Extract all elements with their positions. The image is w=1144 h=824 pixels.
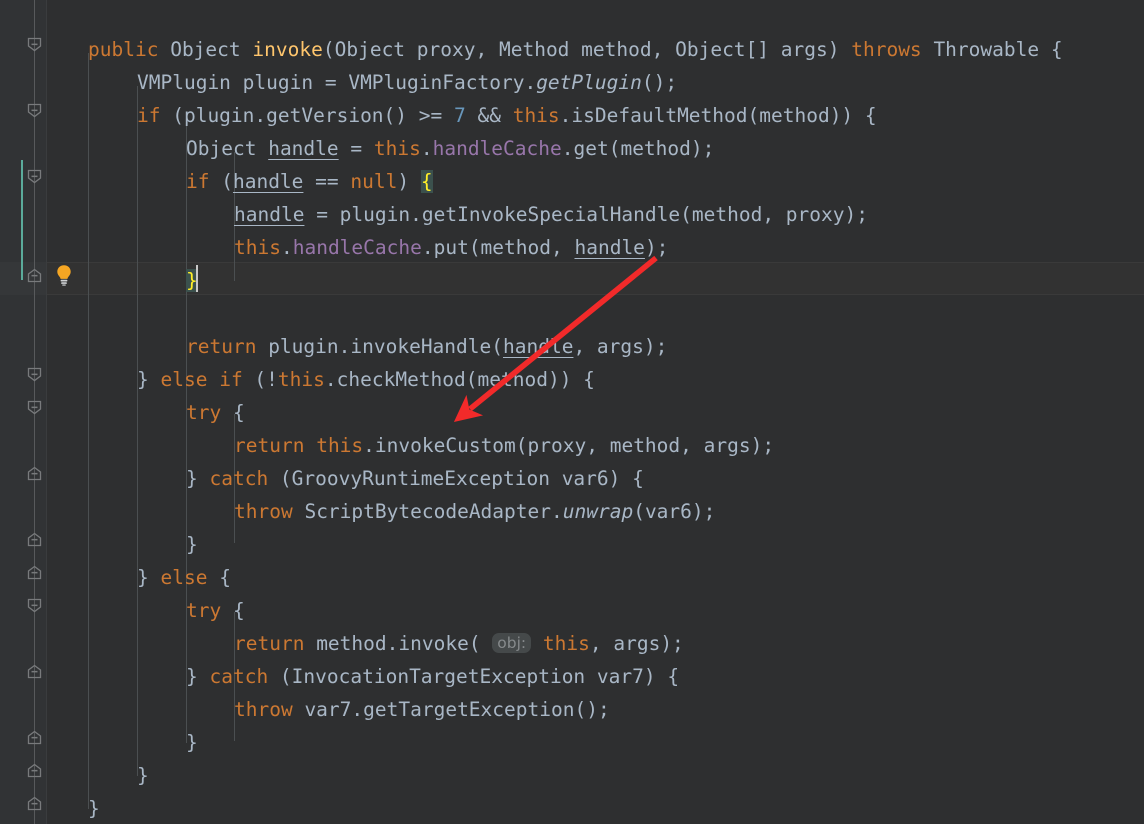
code-line[interactable]: } else { — [0, 561, 1144, 594]
code-line[interactable]: if (handle == null) { — [0, 165, 1144, 198]
lightbulb-intention-icon[interactable] — [54, 264, 74, 286]
text-caret — [196, 265, 198, 292]
code-line[interactable]: } catch (GroovyRuntimeException var6) { — [0, 462, 1144, 495]
fold-collapse-up-icon[interactable] — [27, 268, 42, 283]
code-line[interactable] — [0, 297, 1144, 330]
vcs-change-marker[interactable] — [21, 160, 23, 280]
code-line[interactable]: this.handleCache.put(method, handle); — [0, 231, 1144, 264]
gutter-edge-divider — [46, 0, 47, 824]
code-line[interactable]: } catch (InvocationTargetException var7)… — [0, 660, 1144, 693]
code-line[interactable]: throw var7.getTargetException(); — [0, 693, 1144, 726]
fold-collapse-down-icon[interactable] — [27, 400, 42, 415]
fold-collapse-down-icon[interactable] — [27, 367, 42, 382]
inlay-hint-obj: obj: — [492, 633, 532, 653]
fold-collapse-up-icon[interactable] — [27, 763, 42, 778]
code-line[interactable]: return plugin.invokeHandle(handle, args)… — [0, 330, 1144, 363]
fold-collapse-up-icon[interactable] — [27, 565, 42, 580]
code-line[interactable]: return this.invokeCustom(proxy, method, … — [0, 429, 1144, 462]
code-line[interactable]: } else if (!this.checkMethod(method)) { — [0, 363, 1144, 396]
fold-collapse-down-icon[interactable] — [27, 37, 42, 52]
code-line[interactable]: try { — [0, 594, 1144, 627]
code-line[interactable]: } — [0, 759, 1144, 792]
code-content[interactable]: public Object invoke(Object proxy, Metho… — [0, 0, 1144, 824]
fold-collapse-up-icon[interactable] — [27, 730, 42, 745]
code-line[interactable]: throw ScriptBytecodeAdapter.unwrap(var6)… — [0, 495, 1144, 528]
fold-collapse-up-icon[interactable] — [27, 532, 42, 547]
code-line[interactable]: if (plugin.getVersion() >= 7 && this.isD… — [0, 99, 1144, 132]
fold-collapse-up-icon[interactable] — [27, 664, 42, 679]
code-editor[interactable]: public Object invoke(Object proxy, Metho… — [0, 0, 1144, 824]
code-line[interactable]: } — [0, 726, 1144, 759]
code-line[interactable]: return method.invoke( obj: this, args); — [0, 627, 1144, 660]
code-line[interactable]: VMPlugin plugin = VMPluginFactory.getPlu… — [0, 66, 1144, 99]
code-line[interactable]: try { — [0, 396, 1144, 429]
fold-collapse-down-icon[interactable] — [27, 598, 42, 613]
code-line[interactable]: } — [0, 264, 1144, 297]
fold-collapse-down-icon[interactable] — [27, 103, 42, 118]
fold-collapse-up-icon[interactable] — [27, 466, 42, 481]
code-line[interactable]: public Object invoke(Object proxy, Metho… — [0, 33, 1144, 66]
code-line[interactable]: } — [0, 528, 1144, 561]
fold-collapse-up-icon[interactable] — [27, 796, 42, 811]
code-line[interactable]: Object handle = this.handleCache.get(met… — [0, 132, 1144, 165]
code-line[interactable]: } — [0, 792, 1144, 824]
fold-collapse-down-icon[interactable] — [27, 169, 42, 184]
code-line[interactable]: handle = plugin.getInvokeSpecialHandle(m… — [0, 198, 1144, 231]
